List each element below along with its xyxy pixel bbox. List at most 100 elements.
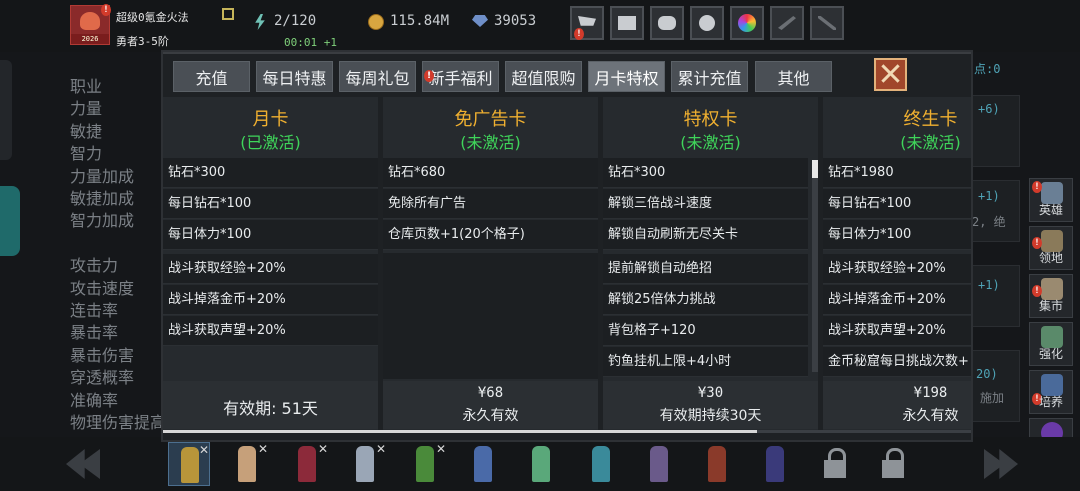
edit-name-icon[interactable] bbox=[222, 8, 234, 20]
benefit-row: 每日体力*100 bbox=[823, 220, 971, 250]
alert-badge: ! bbox=[1032, 237, 1042, 249]
bg-points-text: 点:0 bbox=[974, 62, 1001, 76]
tab-other[interactable]: 其他 bbox=[755, 61, 832, 92]
card-status: (未激活) bbox=[900, 133, 961, 152]
stat-label: 智力 bbox=[70, 144, 103, 164]
bg-info-panel bbox=[972, 265, 1020, 327]
benefit-row: 解锁25倍体力挑战 bbox=[603, 285, 808, 315]
stat-label: 力量 bbox=[70, 99, 103, 119]
close-icon[interactable] bbox=[874, 58, 907, 91]
card-title: 月卡 bbox=[252, 109, 289, 130]
stat-label: 敏捷加成 bbox=[70, 189, 135, 209]
benefit-row: 钓鱼挂机上限+4小时 bbox=[603, 347, 808, 377]
card-title: 特权卡 bbox=[683, 109, 738, 130]
empty-benefit-area bbox=[383, 253, 598, 379]
tab-label: 每日特惠 bbox=[262, 68, 327, 88]
lifetime-card-panel: 终生卡 (未激活) 钻石*1980 每日钻石*100 每日体力*100 战斗获取… bbox=[823, 97, 971, 430]
benefit-row: 战斗获取经验+20% bbox=[823, 254, 971, 284]
benefit-row: 背包格子+120 bbox=[603, 316, 808, 346]
color-wheel-icon[interactable] bbox=[730, 6, 764, 40]
tab-label: 其他 bbox=[777, 68, 810, 88]
stat-label: 职业 bbox=[70, 77, 103, 96]
hero-slot[interactable]: ✕ bbox=[168, 442, 210, 486]
tab-weekly-pack[interactable]: 每周礼包 bbox=[339, 61, 416, 92]
card-status: (未激活) bbox=[460, 133, 521, 152]
hero-slot[interactable] bbox=[696, 442, 738, 486]
tab-monthly-card[interactable]: 月卡特权 bbox=[588, 61, 665, 92]
bg-stat-text: 2, 绝 bbox=[972, 215, 1006, 229]
tab-daily-deals[interactable]: 每日特惠 bbox=[256, 61, 333, 92]
stat-label: 暴击伤害 bbox=[70, 345, 135, 365]
gold-coin-icon bbox=[368, 14, 384, 30]
crossed-swords-icon[interactable] bbox=[810, 6, 844, 40]
card-footer: 有效期: 51天 bbox=[163, 381, 378, 429]
tab-label: 超值限购 bbox=[511, 68, 576, 88]
benefit-row: 钻石*300 bbox=[163, 158, 378, 188]
bg-stat-text: 施加 bbox=[980, 391, 1005, 405]
stat-label: 准确率 bbox=[70, 390, 119, 410]
tab-cumulative-recharge[interactable]: 累计充值 bbox=[671, 61, 748, 92]
buy-privilege-button[interactable]: ¥30 有效期持续30天 bbox=[603, 381, 818, 429]
benefit-row: 战斗获取经验+20% bbox=[163, 254, 378, 284]
gamepad-icon[interactable] bbox=[650, 6, 684, 40]
nav-territory-button[interactable]: ! 领地 bbox=[1029, 226, 1073, 270]
tab-recharge[interactable]: 充值 bbox=[173, 61, 250, 92]
bg-stat-bonus: 20) bbox=[976, 367, 998, 381]
tab-newbie-bonus[interactable]: ! 新手福利 bbox=[422, 61, 499, 92]
buy-ad-free-button[interactable]: ¥68 永久有效 bbox=[383, 381, 598, 429]
hero-slot[interactable]: ✕ bbox=[344, 442, 386, 486]
hero-slot[interactable]: ✕ bbox=[286, 442, 328, 486]
vertical-scrollbar[interactable] bbox=[812, 160, 818, 372]
mail-icon[interactable] bbox=[610, 6, 644, 40]
stat-label: 暴击率 bbox=[70, 323, 119, 343]
top-hud: 2026 ! 超级0氪金火法 勇者3-5阶 2/120 00:01 +1 115… bbox=[0, 0, 1080, 52]
hero-slot[interactable] bbox=[754, 442, 796, 486]
benefit-row: 战斗获取声望+20% bbox=[823, 316, 971, 346]
lock-icon[interactable] bbox=[878, 446, 908, 482]
hero-slot[interactable] bbox=[580, 442, 622, 486]
hero-slot[interactable] bbox=[462, 442, 504, 486]
validity-text: 有效期: 51天 bbox=[223, 399, 318, 418]
shop-cart-icon[interactable]: ! bbox=[570, 6, 604, 40]
buy-lifetime-button[interactable]: ¥198 永久有效 bbox=[823, 381, 971, 429]
lock-icon[interactable] bbox=[820, 446, 850, 482]
nav-heroes-button[interactable]: ! 英雄 bbox=[1029, 178, 1073, 222]
benefit-row: 战斗获取声望+20% bbox=[163, 316, 378, 346]
benefit-row: 钻石*1980 bbox=[823, 158, 971, 188]
card-title: 免广告卡 bbox=[454, 109, 527, 130]
tab-label: 月卡特权 bbox=[594, 68, 659, 88]
sword-icon[interactable] bbox=[770, 6, 804, 40]
benefit-row: 钻石*680 bbox=[383, 158, 598, 188]
nav-enhance-button[interactable]: 强化 bbox=[1029, 322, 1073, 366]
nav-train-button[interactable]: ! 培养 bbox=[1029, 370, 1073, 414]
price-label: ¥30 bbox=[697, 385, 724, 401]
benefit-row: 每日体力*100 bbox=[163, 220, 378, 250]
player-rank: 勇者3-5阶 bbox=[116, 35, 169, 48]
stat-label: 智力加成 bbox=[70, 211, 135, 231]
ad-free-card-panel: 免广告卡 (未激活) 钻石*680 免除所有广告 仓库页数+1(20个格子) ¥… bbox=[383, 97, 598, 430]
benefit-row: 战斗掉落金币+20% bbox=[823, 285, 971, 315]
hero-slot[interactable]: ✕ bbox=[404, 442, 446, 486]
horizontal-scrollbar[interactable] bbox=[163, 430, 971, 433]
nav-market-button[interactable]: ! 集市 bbox=[1029, 274, 1073, 318]
hero-slot[interactable]: ✕ bbox=[226, 442, 268, 486]
nav-label: 强化 bbox=[1038, 347, 1063, 361]
tab-label: 新手福利 bbox=[428, 68, 493, 88]
gold-value: 115.84M bbox=[390, 13, 450, 29]
duration-label: 永久有效 bbox=[462, 408, 519, 424]
benefit-row: 免除所有广告 bbox=[383, 189, 598, 219]
duration-label: 有效期持续30天 bbox=[659, 408, 762, 424]
benefit-row: 解锁三倍战斗速度 bbox=[603, 189, 808, 219]
bg-stat-bonus: +1) bbox=[978, 189, 1000, 203]
tab-limited-deals[interactable]: 超值限购 bbox=[505, 61, 582, 92]
alert-badge: ! bbox=[1032, 285, 1042, 297]
player-avatar[interactable]: 2026 ! bbox=[70, 4, 111, 45]
benefit-row: 提前解锁自动绝招 bbox=[603, 254, 808, 284]
hero-slot[interactable] bbox=[520, 442, 562, 486]
hero-slot[interactable] bbox=[638, 442, 680, 486]
gear-icon[interactable] bbox=[690, 6, 724, 40]
benefit-row: 每日钻石*100 bbox=[823, 189, 971, 219]
privilege-card-panel: 特权卡 (未激活) 钻石*300 解锁三倍战斗速度 解锁自动刷新无尽关卡 提前解… bbox=[603, 97, 818, 430]
benefit-row: 解锁自动刷新无尽关卡 bbox=[603, 220, 808, 250]
left-edge-tab[interactable] bbox=[0, 186, 20, 256]
